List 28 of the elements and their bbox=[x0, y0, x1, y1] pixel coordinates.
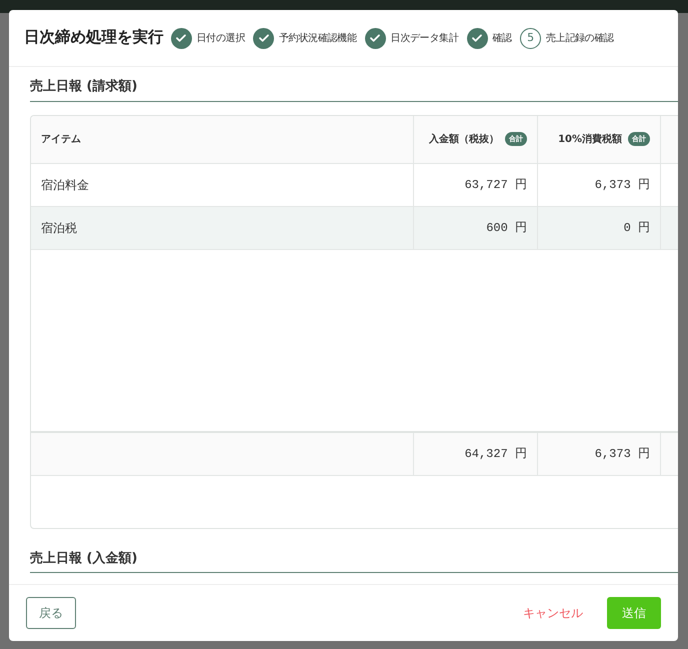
back-button[interactable]: 戻る bbox=[26, 597, 76, 629]
table-row[interactable]: 宿泊税 600 円 0 円 bbox=[31, 206, 678, 250]
table-cell: 宿泊料金 bbox=[31, 164, 414, 206]
section-title: 売上日報 (請求額) bbox=[30, 67, 678, 102]
step-number: 5 bbox=[520, 28, 541, 48]
step-label: 確認 bbox=[492, 32, 512, 46]
column-header: アイテム bbox=[41, 132, 81, 146]
check-icon bbox=[369, 32, 382, 44]
step-label: 予約状況確認機能 bbox=[279, 32, 357, 46]
section-title: 売上日報 (入金額) bbox=[30, 538, 678, 573]
total-cell: 64,327 円 bbox=[414, 432, 538, 474]
step-label: 日次データ集計 bbox=[390, 32, 459, 46]
check-icon bbox=[258, 32, 270, 44]
cancel-button[interactable]: キャンセル bbox=[517, 603, 589, 623]
table-cell: 6,373 円 bbox=[538, 164, 661, 206]
total-cell: 6,373 円 bbox=[538, 432, 661, 474]
table-cell: 宿泊税 bbox=[31, 206, 414, 248]
table-cell: 0 円 bbox=[538, 206, 661, 248]
check-icon bbox=[175, 32, 187, 44]
step-label: 売上記録の確認 bbox=[546, 32, 614, 46]
table-cell: 600 円 bbox=[414, 206, 538, 248]
dialog-title: 日次締め処理を実行 bbox=[24, 27, 164, 48]
submit-button[interactable]: 送信 bbox=[607, 597, 661, 629]
table-cell: 63,727 円 bbox=[414, 164, 538, 206]
check-icon bbox=[471, 32, 484, 44]
column-header: 10%消費税額 bbox=[558, 132, 622, 146]
step-label: 日付の選択 bbox=[196, 32, 246, 46]
column-header: 入金額（税抜） bbox=[429, 132, 499, 146]
